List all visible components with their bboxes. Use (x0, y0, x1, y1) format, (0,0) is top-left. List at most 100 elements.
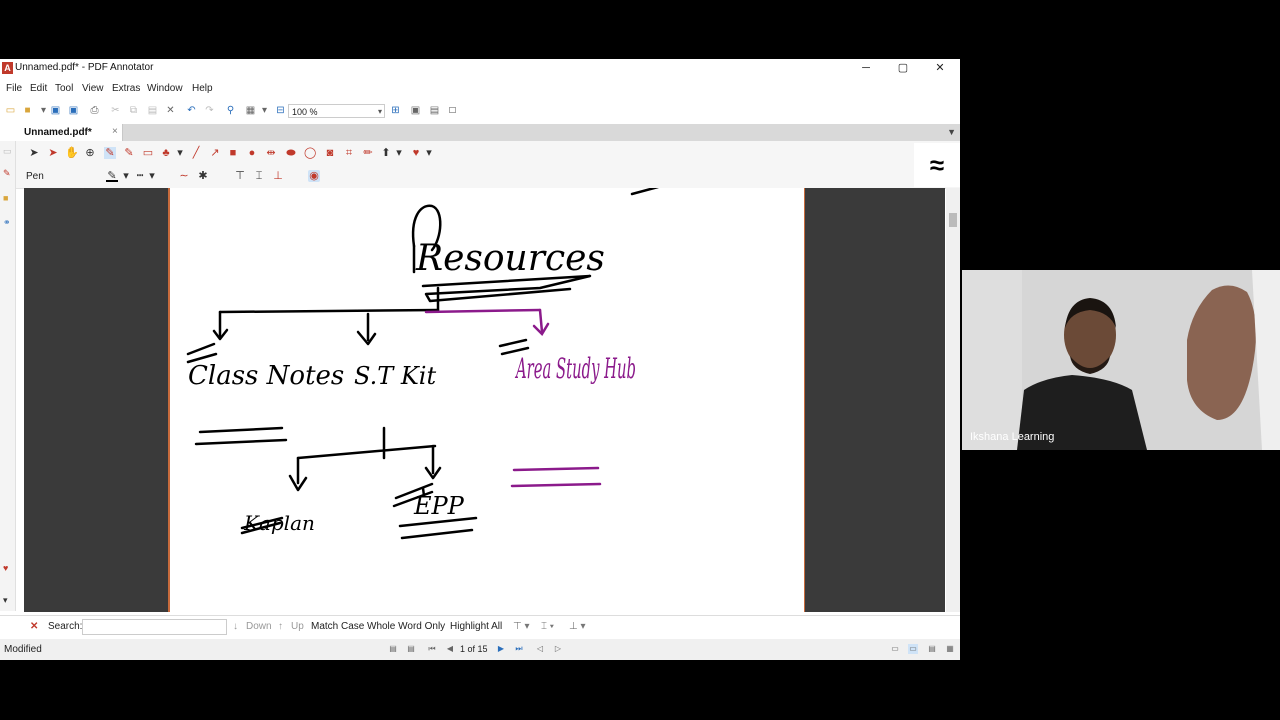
panel-collapse-icon[interactable]: ▾ (3, 596, 12, 605)
fit-width-icon[interactable]: ▤ (429, 105, 440, 116)
cut-icon[interactable]: ✂ (110, 105, 121, 116)
arrow-tool-icon[interactable]: ↗ (209, 147, 221, 159)
find-up-button[interactable]: Up (291, 621, 304, 632)
layout-icon[interactable]: ▦ (245, 105, 256, 116)
align-bottom-icon[interactable]: ⊥ (272, 170, 284, 182)
menu-edit[interactable]: Edit (30, 83, 47, 94)
maximize-button[interactable]: ▢ (889, 60, 917, 77)
new-document-icon[interactable]: ▭ (5, 105, 16, 116)
fit-page-icon[interactable]: ▣ (410, 105, 421, 116)
align-middle-icon[interactable]: ⌶ (253, 170, 265, 182)
next-document-icon[interactable]: ▤ (406, 644, 416, 654)
select-text-tool-icon[interactable]: ➤ (47, 147, 59, 159)
menu-file[interactable]: File (6, 83, 22, 94)
vertical-scrollbar[interactable] (946, 188, 960, 612)
color-dropdown-icon[interactable]: ▾ (120, 170, 132, 182)
prev-page-icon[interactable]: ◀ (445, 644, 455, 654)
pen-color-icon[interactable]: ✎ (106, 170, 118, 182)
text-tool-icon[interactable]: ▭ (142, 147, 154, 159)
redo-icon[interactable]: ↷ (204, 105, 215, 116)
print-icon[interactable]: ⎙ (89, 105, 100, 116)
find-binoculars-icon[interactable]: ⚲ (225, 105, 236, 116)
two-page-continuous-icon[interactable]: ▦ (945, 644, 955, 654)
line-width-icon[interactable]: ┅ (134, 170, 146, 182)
copy-icon[interactable]: ⧉ (128, 105, 139, 116)
lasso-tool-icon[interactable]: ◯ (304, 147, 316, 159)
first-page-icon[interactable]: ⏮ (427, 644, 437, 654)
pdf-page[interactable]: Resources Class Notes S.T Kit Kaplan EPP… (168, 188, 805, 612)
search-input[interactable] (82, 619, 227, 635)
stamp-tool-icon[interactable]: ♣ (160, 147, 172, 159)
shapes-dropdown-icon[interactable]: ▾ (393, 147, 405, 159)
next-page-icon[interactable]: ▶ (496, 644, 506, 654)
paste-icon[interactable]: ▤ (147, 105, 158, 116)
scroll-thumb[interactable] (949, 213, 957, 227)
hand-tool-icon[interactable]: ✋ (65, 147, 79, 159)
rectangle-tool-icon[interactable]: ■ (227, 147, 239, 159)
last-page-icon[interactable]: ⏭ (514, 644, 524, 654)
shapes-tool-icon[interactable]: ⬆ (380, 147, 392, 159)
zoom-out-icon[interactable]: ⊟ (275, 105, 286, 116)
align-top-icon[interactable]: ⊤ (234, 170, 246, 182)
text-align-bottom-icon[interactable]: ⊥ ▾ (569, 621, 586, 632)
zoom-tool-icon[interactable]: ⊕ (84, 147, 96, 159)
ellipse-tool-icon[interactable]: ● (246, 147, 258, 159)
fullscreen-icon[interactable]: □ (447, 105, 458, 116)
links-panel-icon[interactable]: ⚭ (3, 218, 12, 227)
menu-extras[interactable]: Extras (112, 83, 140, 94)
pen-tool-icon[interactable]: ✎ (104, 147, 116, 159)
history-forward-icon[interactable]: ▷ (553, 644, 563, 654)
prev-document-icon[interactable]: ▤ (388, 644, 398, 654)
smooth-stroke-icon[interactable]: ∼ (178, 170, 190, 182)
save-icon[interactable]: ▣ (50, 105, 61, 116)
undo-icon[interactable]: ↶ (186, 105, 197, 116)
zoom-select[interactable]: 100 % ▾ (288, 104, 385, 118)
layout-dropdown-icon[interactable]: ▾ (259, 105, 270, 116)
bookmarks-panel-icon[interactable]: ■ (3, 194, 12, 203)
menu-window[interactable]: Window (147, 83, 183, 94)
close-find-icon[interactable]: ✕ (30, 621, 38, 632)
document-workspace[interactable]: Resources Class Notes S.T Kit Kaplan EPP… (24, 188, 945, 612)
two-page-view-icon[interactable]: ▤ (927, 644, 937, 654)
line-width-dropdown-icon[interactable]: ▾ (146, 170, 158, 182)
tab-list-dropdown-icon[interactable]: ▼ (947, 127, 956, 137)
line-tool-icon[interactable]: ╱ (190, 147, 202, 159)
pressure-icon[interactable]: ✱ (197, 170, 209, 182)
pencil-tool-icon[interactable]: ✏ (362, 147, 374, 159)
camera-tool-icon[interactable]: ◙ (324, 147, 336, 159)
close-button[interactable]: ✕ (926, 60, 954, 77)
continuous-view-icon[interactable]: ▭ (908, 644, 918, 654)
menu-help[interactable]: Help (192, 83, 213, 94)
pages-panel-icon[interactable]: ▭ (3, 147, 12, 156)
open-folder-icon[interactable]: ■ (22, 105, 33, 116)
whole-word-button[interactable]: Whole Word Only (367, 621, 445, 632)
history-back-icon[interactable]: ◁ (535, 644, 545, 654)
save-all-icon[interactable]: ▣ (68, 105, 79, 116)
drawing-right-node: Area Study Hub (514, 352, 636, 385)
stamp-dropdown-icon[interactable]: ▾ (174, 147, 186, 159)
dropdown-arrow-icon[interactable]: ▾ (38, 105, 49, 116)
favorites-panel-icon[interactable]: ♥ (3, 564, 12, 573)
select-tool-icon[interactable]: ➤ (28, 147, 40, 159)
highlighter-tool-icon[interactable]: ✎ (123, 147, 135, 159)
eraser-tool-icon[interactable]: ⬬ (285, 147, 297, 159)
tab-unnamed-pdf[interactable]: Unnamed.pdf* × (0, 124, 123, 141)
delete-icon[interactable]: ✕ (165, 105, 176, 116)
crop-tool-icon[interactable]: ⌗ (343, 147, 355, 159)
text-align-top-icon[interactable]: ⊤ ▾ (513, 621, 530, 632)
single-page-view-icon[interactable]: ▭ (890, 644, 900, 654)
favorites-dropdown-icon[interactable]: ▾ (423, 147, 435, 159)
zoom-in-icon[interactable]: ⊞ (390, 105, 401, 116)
text-align-middle-icon[interactable]: ⌶ ▾ (541, 621, 554, 632)
tool-settings-icon[interactable]: ◉ (308, 170, 320, 182)
find-down-button[interactable]: Down (246, 621, 272, 632)
measure-tool-icon[interactable]: ⇹ (265, 147, 277, 159)
menu-view[interactable]: View (82, 83, 104, 94)
tab-close-icon[interactable]: × (112, 126, 118, 137)
minimize-button[interactable]: ─ (852, 60, 880, 77)
favorite-tools-icon[interactable]: ♥ (410, 147, 422, 159)
annotations-panel-icon[interactable]: ✎ (3, 169, 12, 178)
highlight-all-button[interactable]: Highlight All (450, 621, 502, 632)
match-case-button[interactable]: Match Case (311, 621, 364, 632)
menu-tool[interactable]: Tool (55, 83, 73, 94)
